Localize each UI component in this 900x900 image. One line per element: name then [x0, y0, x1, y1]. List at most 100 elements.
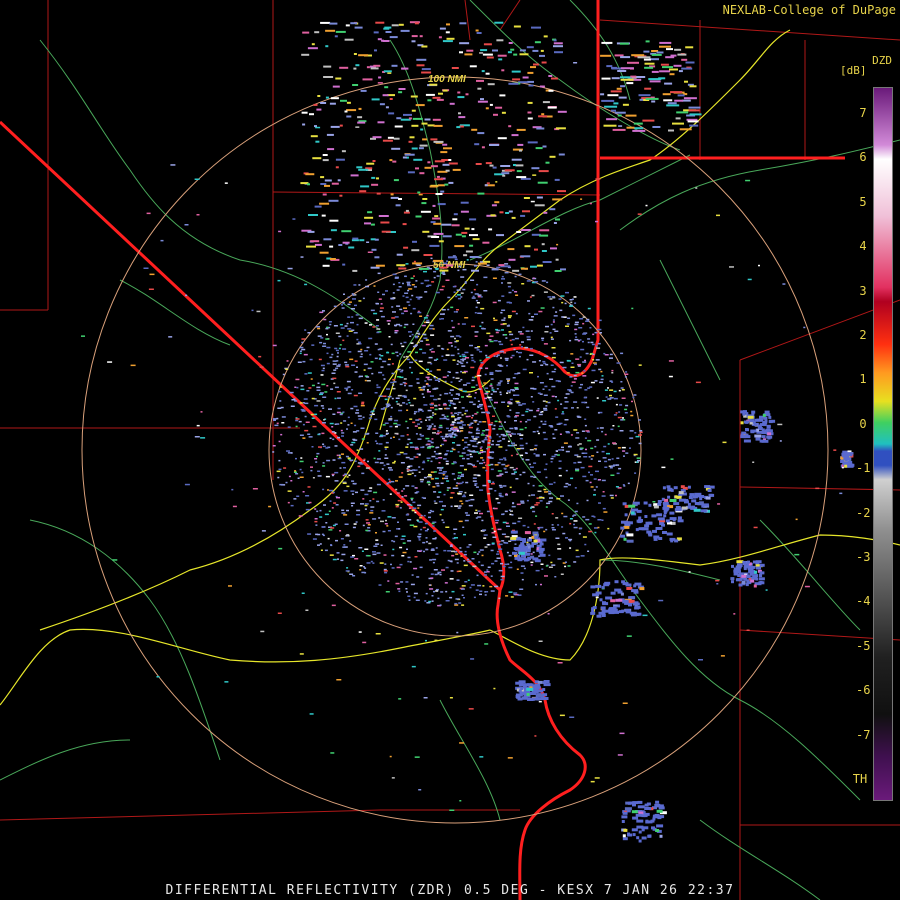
echo-pixel	[516, 453, 519, 456]
echo-pixel	[373, 64, 381, 67]
echo-pixel	[543, 211, 548, 214]
echo-pixel	[689, 124, 699, 127]
echo-pixel	[767, 436, 771, 440]
echo-pixel	[367, 432, 370, 435]
echo-pixel	[611, 369, 614, 372]
echo-pixel	[399, 353, 402, 355]
echo-pixel	[589, 327, 592, 329]
echo-pixel	[600, 378, 604, 381]
echo-pixel	[522, 368, 527, 371]
echo-pixel	[550, 461, 553, 463]
echo-pixel	[468, 415, 471, 418]
echo-pixel	[418, 539, 421, 541]
echo-pixel	[624, 376, 627, 378]
echo-pixel	[467, 395, 472, 398]
echo-pixel	[426, 389, 429, 391]
echo-pixel	[530, 330, 533, 332]
echo-pixel	[319, 392, 324, 394]
echo-pixel	[287, 490, 292, 492]
echo-pixel	[358, 392, 363, 394]
echo-pixel	[502, 174, 506, 177]
echo-pixel	[468, 504, 473, 507]
echo-pixel	[469, 453, 472, 456]
echo-pixel	[477, 510, 481, 512]
echo-pixel	[464, 441, 468, 444]
echo-pixel	[343, 467, 346, 469]
echo-pixel	[352, 84, 359, 86]
echo-pixel	[511, 216, 516, 219]
echo-pixel	[498, 446, 503, 448]
echo-pixel	[574, 328, 578, 331]
echo-pixel	[405, 209, 409, 212]
echo-pixel	[616, 464, 620, 466]
echo-pixel	[457, 323, 460, 325]
echo-pixel	[477, 474, 481, 477]
echo-pixel	[604, 389, 608, 391]
echo-pixel	[372, 518, 377, 520]
echo-pixel	[495, 181, 498, 183]
echo-pixel	[464, 281, 467, 283]
echo-pixel	[557, 558, 562, 560]
echo-pixel	[409, 361, 414, 364]
echo-pixel	[445, 354, 450, 356]
echo-pixel	[554, 368, 557, 370]
echo-pixel	[495, 328, 499, 331]
echo-pixel	[745, 420, 749, 424]
echo-pixel	[558, 153, 565, 156]
echo-pixel	[412, 307, 416, 310]
echo-pixel	[536, 471, 541, 473]
echo-pixel	[630, 414, 634, 417]
echo-pixel	[305, 495, 310, 497]
echo-pixel	[578, 340, 580, 342]
echo-pixel	[461, 414, 464, 416]
echo-pixel	[435, 446, 438, 449]
echo-pixel	[631, 400, 633, 403]
echo-pixel	[669, 511, 675, 515]
echo-pixel	[632, 129, 646, 132]
echo-pixel	[385, 591, 390, 593]
echo-pixel	[743, 439, 751, 443]
echo-pixel	[573, 429, 578, 431]
echo-pixel	[379, 103, 385, 106]
echo-pixel	[299, 460, 304, 463]
echo-pixel	[459, 336, 462, 338]
echo-pixel	[554, 408, 557, 410]
echo-pixel	[677, 53, 687, 56]
echo-pixel	[568, 538, 573, 541]
echo-pixel	[317, 533, 321, 536]
echo-pixel	[582, 340, 584, 343]
echo-pixel	[656, 824, 664, 828]
echo-pixel	[378, 395, 383, 397]
echo-pixel	[414, 344, 418, 346]
echo-pixel	[322, 310, 325, 312]
echo-pixel	[429, 415, 432, 418]
echo-pixel	[334, 445, 338, 447]
echo-pixel	[611, 381, 614, 383]
echo-pixel	[445, 475, 449, 477]
echo-pixel	[630, 511, 635, 515]
echo-pixel	[367, 460, 369, 463]
echo-pixel	[561, 316, 565, 318]
echo-pixel	[750, 565, 756, 569]
echo-pixel	[296, 386, 299, 389]
echo-pixel	[567, 360, 572, 362]
echo-pixel	[307, 230, 315, 233]
echo-pixel	[596, 397, 599, 399]
echo-pixel	[600, 370, 603, 373]
echo-pixel	[322, 407, 325, 409]
echo-pixel	[355, 126, 360, 128]
echo-pixel	[327, 489, 329, 491]
echo-pixel	[494, 464, 499, 466]
echo-pixel	[607, 443, 610, 445]
echo-pixel	[384, 422, 389, 424]
echo-pixel	[390, 381, 395, 384]
echo-pixel	[620, 534, 626, 538]
echo-pixel	[507, 563, 510, 565]
echo-pixel	[736, 560, 744, 564]
echo-pixel	[412, 240, 417, 243]
echo-pixel	[626, 126, 635, 129]
echo-pixel	[196, 214, 200, 216]
echo-pixel	[592, 362, 597, 364]
echo-pixel	[488, 439, 491, 442]
echo-pixel	[454, 505, 459, 507]
